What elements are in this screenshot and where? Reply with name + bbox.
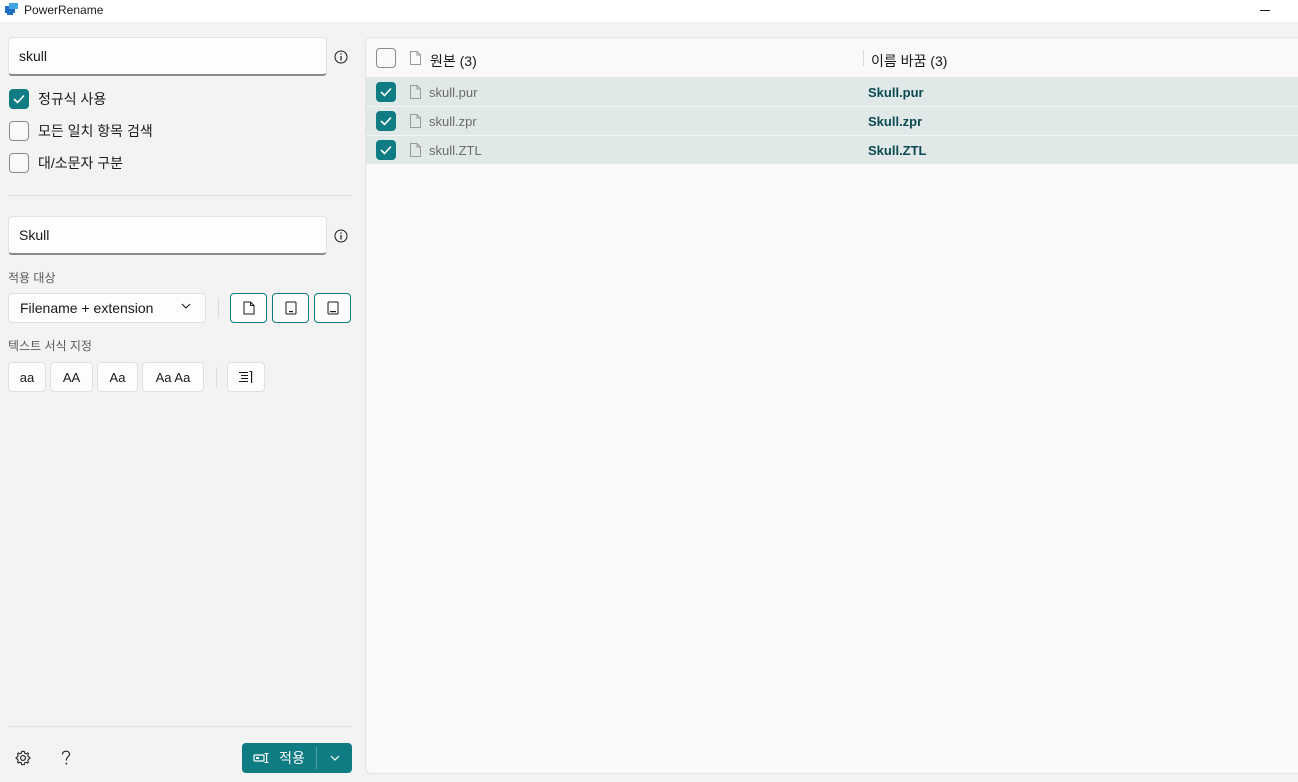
original-filename: skull.ZTL [429,143,482,158]
checkmark-icon [380,87,392,97]
row-checkbox[interactable] [376,111,396,131]
include-subfolders-button[interactable] [314,293,351,323]
include-folders-button[interactable] [272,293,309,323]
checkmark-icon [380,145,392,155]
table-row[interactable]: skull.zpr Skull.zpr [366,107,1298,136]
capitalize-words-button[interactable]: Aa Aa [142,362,204,392]
apply-to-separator [218,298,219,318]
table-row[interactable]: skull.pur Skull.pur [366,78,1298,107]
renamed-column-header[interactable]: 이름 바꿈 (3) [871,51,947,71]
option-use-regex[interactable]: 정규식 사용 [9,89,106,109]
include-files-button[interactable] [230,293,267,323]
apply-to-label: 적용 대상 [8,271,56,285]
column-separator [863,50,864,66]
original-filename: skull.pur [429,85,478,100]
original-filename: skull.zpr [429,114,477,129]
replace-input[interactable]: Skull [8,216,327,255]
enumerate-button[interactable] [227,362,265,392]
table-row[interactable]: skull.ZTL Skull.ZTL [366,136,1298,165]
file-icon [243,301,254,315]
rename-icon [253,753,269,763]
chevron-down-icon [330,755,339,761]
match-all-label: 모든 일치 항목 검색 [38,123,153,139]
chevron-down-icon [181,303,191,309]
file-list-pane: 원본 (3) 이름 바꿈 (3) skull.pur Skull.pur sku… [365,37,1298,774]
use-regex-checkbox[interactable] [9,89,29,109]
checkmark-icon [380,116,392,126]
file-icon [410,114,421,128]
replace-info-icon[interactable] [334,229,348,243]
help-question-icon[interactable] [60,750,72,766]
numbered-list-icon [239,371,253,383]
row-checkbox[interactable] [376,82,396,102]
lowercase-button[interactable]: aa [8,362,46,392]
title-bar: PowerRename [0,0,1298,22]
text-format-separator [216,367,217,387]
case-sensitive-label: 대/소문자 구분 [38,155,124,171]
apply-button[interactable]: 적용 [242,743,316,773]
uppercase-button[interactable]: AA [50,362,93,392]
window-title: PowerRename [24,3,104,17]
renamed-filename: Skull.zpr [868,114,923,129]
renamed-filename: Skull.ZTL [868,143,927,158]
file-list-header: 원본 (3) 이름 바꿈 (3) [366,38,1298,78]
minimize-icon [1260,9,1270,11]
minimize-button[interactable] [1252,0,1278,20]
row-checkbox[interactable] [376,140,396,160]
settings-gear-icon[interactable] [15,750,31,766]
apply-split-button[interactable]: 적용 [242,743,352,773]
option-match-all[interactable]: 모든 일치 항목 검색 [9,121,153,141]
file-icon [410,51,421,65]
apply-to-selected: Filename + extension [20,300,154,316]
checkmark-icon [13,94,25,104]
original-column-header[interactable]: 원본 (3) [430,51,477,71]
apply-button-label: 적용 [279,750,305,766]
option-case-sensitive[interactable]: 대/소문자 구분 [9,153,123,173]
powerrename-app-icon [5,3,18,15]
titlecase-button[interactable]: Aa [97,362,138,392]
apply-to-dropdown[interactable]: Filename + extension [8,293,206,323]
search-info-icon[interactable] [334,50,348,64]
subfolder-icon [327,301,338,315]
file-icon [410,143,421,157]
options-divider [8,195,352,196]
folder-page-icon [285,301,296,315]
renamed-filename: Skull.pur [868,85,924,100]
apply-options-dropdown[interactable] [317,743,352,773]
search-input[interactable]: skull [8,37,327,76]
use-regex-label: 정규식 사용 [38,91,107,107]
footer-divider [8,726,352,727]
case-sensitive-checkbox[interactable] [9,153,29,173]
select-all-checkbox[interactable] [376,48,396,68]
file-icon [410,85,421,99]
text-format-label: 텍스트 서식 지정 [8,339,92,353]
match-all-checkbox[interactable] [9,121,29,141]
